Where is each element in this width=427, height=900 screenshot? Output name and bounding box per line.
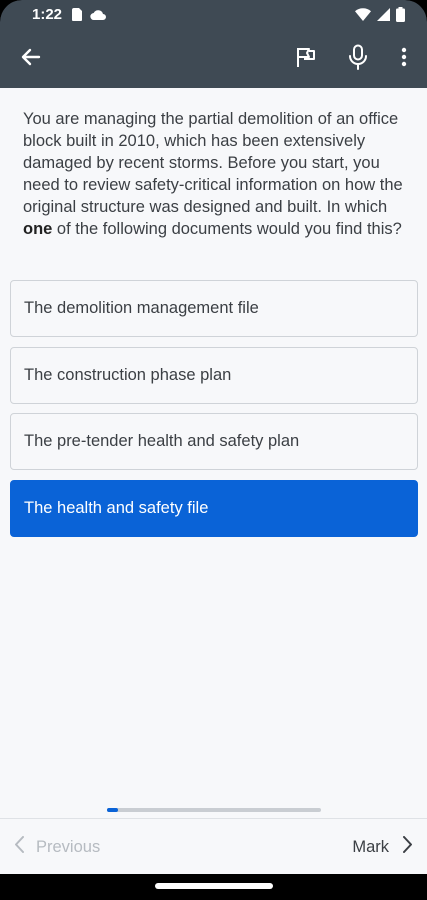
more-options-button[interactable] <box>388 43 420 75</box>
answer-option-label: The construction phase plan <box>24 366 232 384</box>
answer-option-label: The pre-tender health and safety plan <box>24 432 300 450</box>
answer-option-3[interactable]: The pre-tender health and safety plan <box>10 413 418 470</box>
mark-button[interactable]: Mark <box>352 836 413 858</box>
previous-button[interactable]: Previous <box>14 836 100 858</box>
microphone-icon <box>347 44 369 75</box>
sim-card-icon <box>72 8 82 26</box>
status-left-icons <box>72 8 106 26</box>
chevron-left-icon <box>14 836 24 858</box>
question-content: You are managing the partial demolition … <box>0 88 427 818</box>
mark-label: Mark <box>352 837 389 856</box>
microphone-button[interactable] <box>342 43 374 75</box>
question-bold-word: one <box>23 220 53 238</box>
more-vert-icon <box>401 47 407 72</box>
answer-option-2[interactable]: The construction phase plan <box>10 347 418 404</box>
flag-icon <box>294 45 318 74</box>
status-right-icons <box>355 7 405 27</box>
previous-label: Previous <box>36 837 101 856</box>
answer-option-4-selected[interactable]: The health and safety file <box>10 480 418 537</box>
wifi-icon <box>355 8 371 26</box>
home-gesture-handle[interactable] <box>155 883 273 889</box>
battery-icon <box>396 7 405 27</box>
answer-option-label: The health and safety file <box>24 499 209 517</box>
back-arrow-icon <box>21 47 41 72</box>
question-text-end: of the following documents would you fin… <box>52 220 402 238</box>
system-navigation-bar <box>0 874 427 900</box>
question-text-start: You are managing the partial demolition … <box>23 110 403 216</box>
app-bar <box>0 30 427 88</box>
phone-screen: 1:22 You are managing the partial demoli… <box>0 0 427 900</box>
status-time: 1:22 <box>32 6 63 23</box>
progress-fill <box>107 808 118 812</box>
question-text: You are managing the partial demolition … <box>23 108 408 240</box>
progress-bar <box>107 808 321 812</box>
answer-option-label: The demolition management file <box>24 299 259 317</box>
cloud-icon <box>90 8 106 26</box>
back-button[interactable] <box>15 43 47 75</box>
answer-option-1[interactable]: The demolition management file <box>10 280 418 337</box>
chevron-right-icon <box>403 836 413 858</box>
bottom-navigation: Previous Mark <box>0 818 427 874</box>
status-bar: 1:22 <box>0 0 427 30</box>
flag-button[interactable] <box>290 43 322 75</box>
signal-icon <box>377 8 390 26</box>
